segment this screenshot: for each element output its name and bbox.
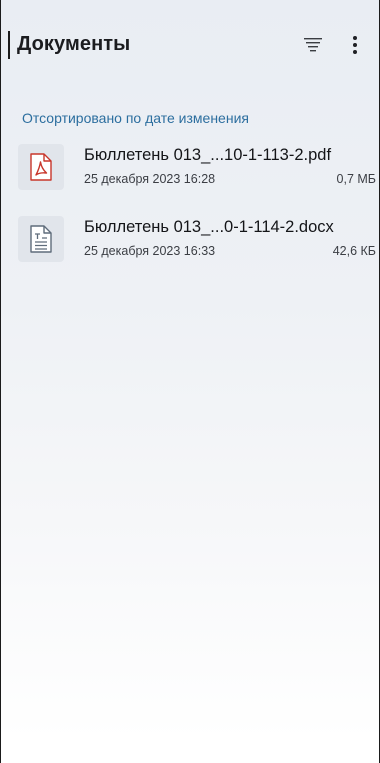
file-item-docx[interactable]: Бюллетень 013_...0-1-114-2.docx 25 декаб… (10, 212, 376, 268)
text-cursor (8, 31, 10, 59)
file-thumbnail (18, 144, 64, 190)
file-name: Бюллетень 013_...0-1-114-2.docx (84, 218, 334, 236)
pdf-file-icon (30, 153, 52, 181)
file-date: 25 декабря 2023 16:28 (84, 172, 216, 186)
file-thumbnail (18, 216, 64, 262)
sort-button[interactable] (296, 28, 330, 62)
text-document-icon (30, 225, 52, 253)
file-date: 25 декабря 2023 16:33 (84, 244, 216, 258)
file-name: Бюллетень 013_...10-1-113-2.pdf (84, 146, 332, 164)
sort-lines-icon (304, 38, 322, 52)
more-options-button[interactable] (340, 28, 370, 62)
sort-status-label: Отсортировано по дате изменения (22, 110, 249, 126)
page-title: Документы (17, 33, 131, 55)
left-border (0, 0, 1, 763)
more-vertical-icon (353, 36, 357, 54)
file-size: 0,7 МБ (336, 172, 376, 186)
file-item-pdf[interactable]: Бюллетень 013_...10-1-113-2.pdf 25 декаб… (10, 140, 376, 196)
file-size: 42,6 КБ (332, 244, 376, 258)
documents-screen: Документы Отсортировано по дате изменени… (0, 0, 380, 763)
